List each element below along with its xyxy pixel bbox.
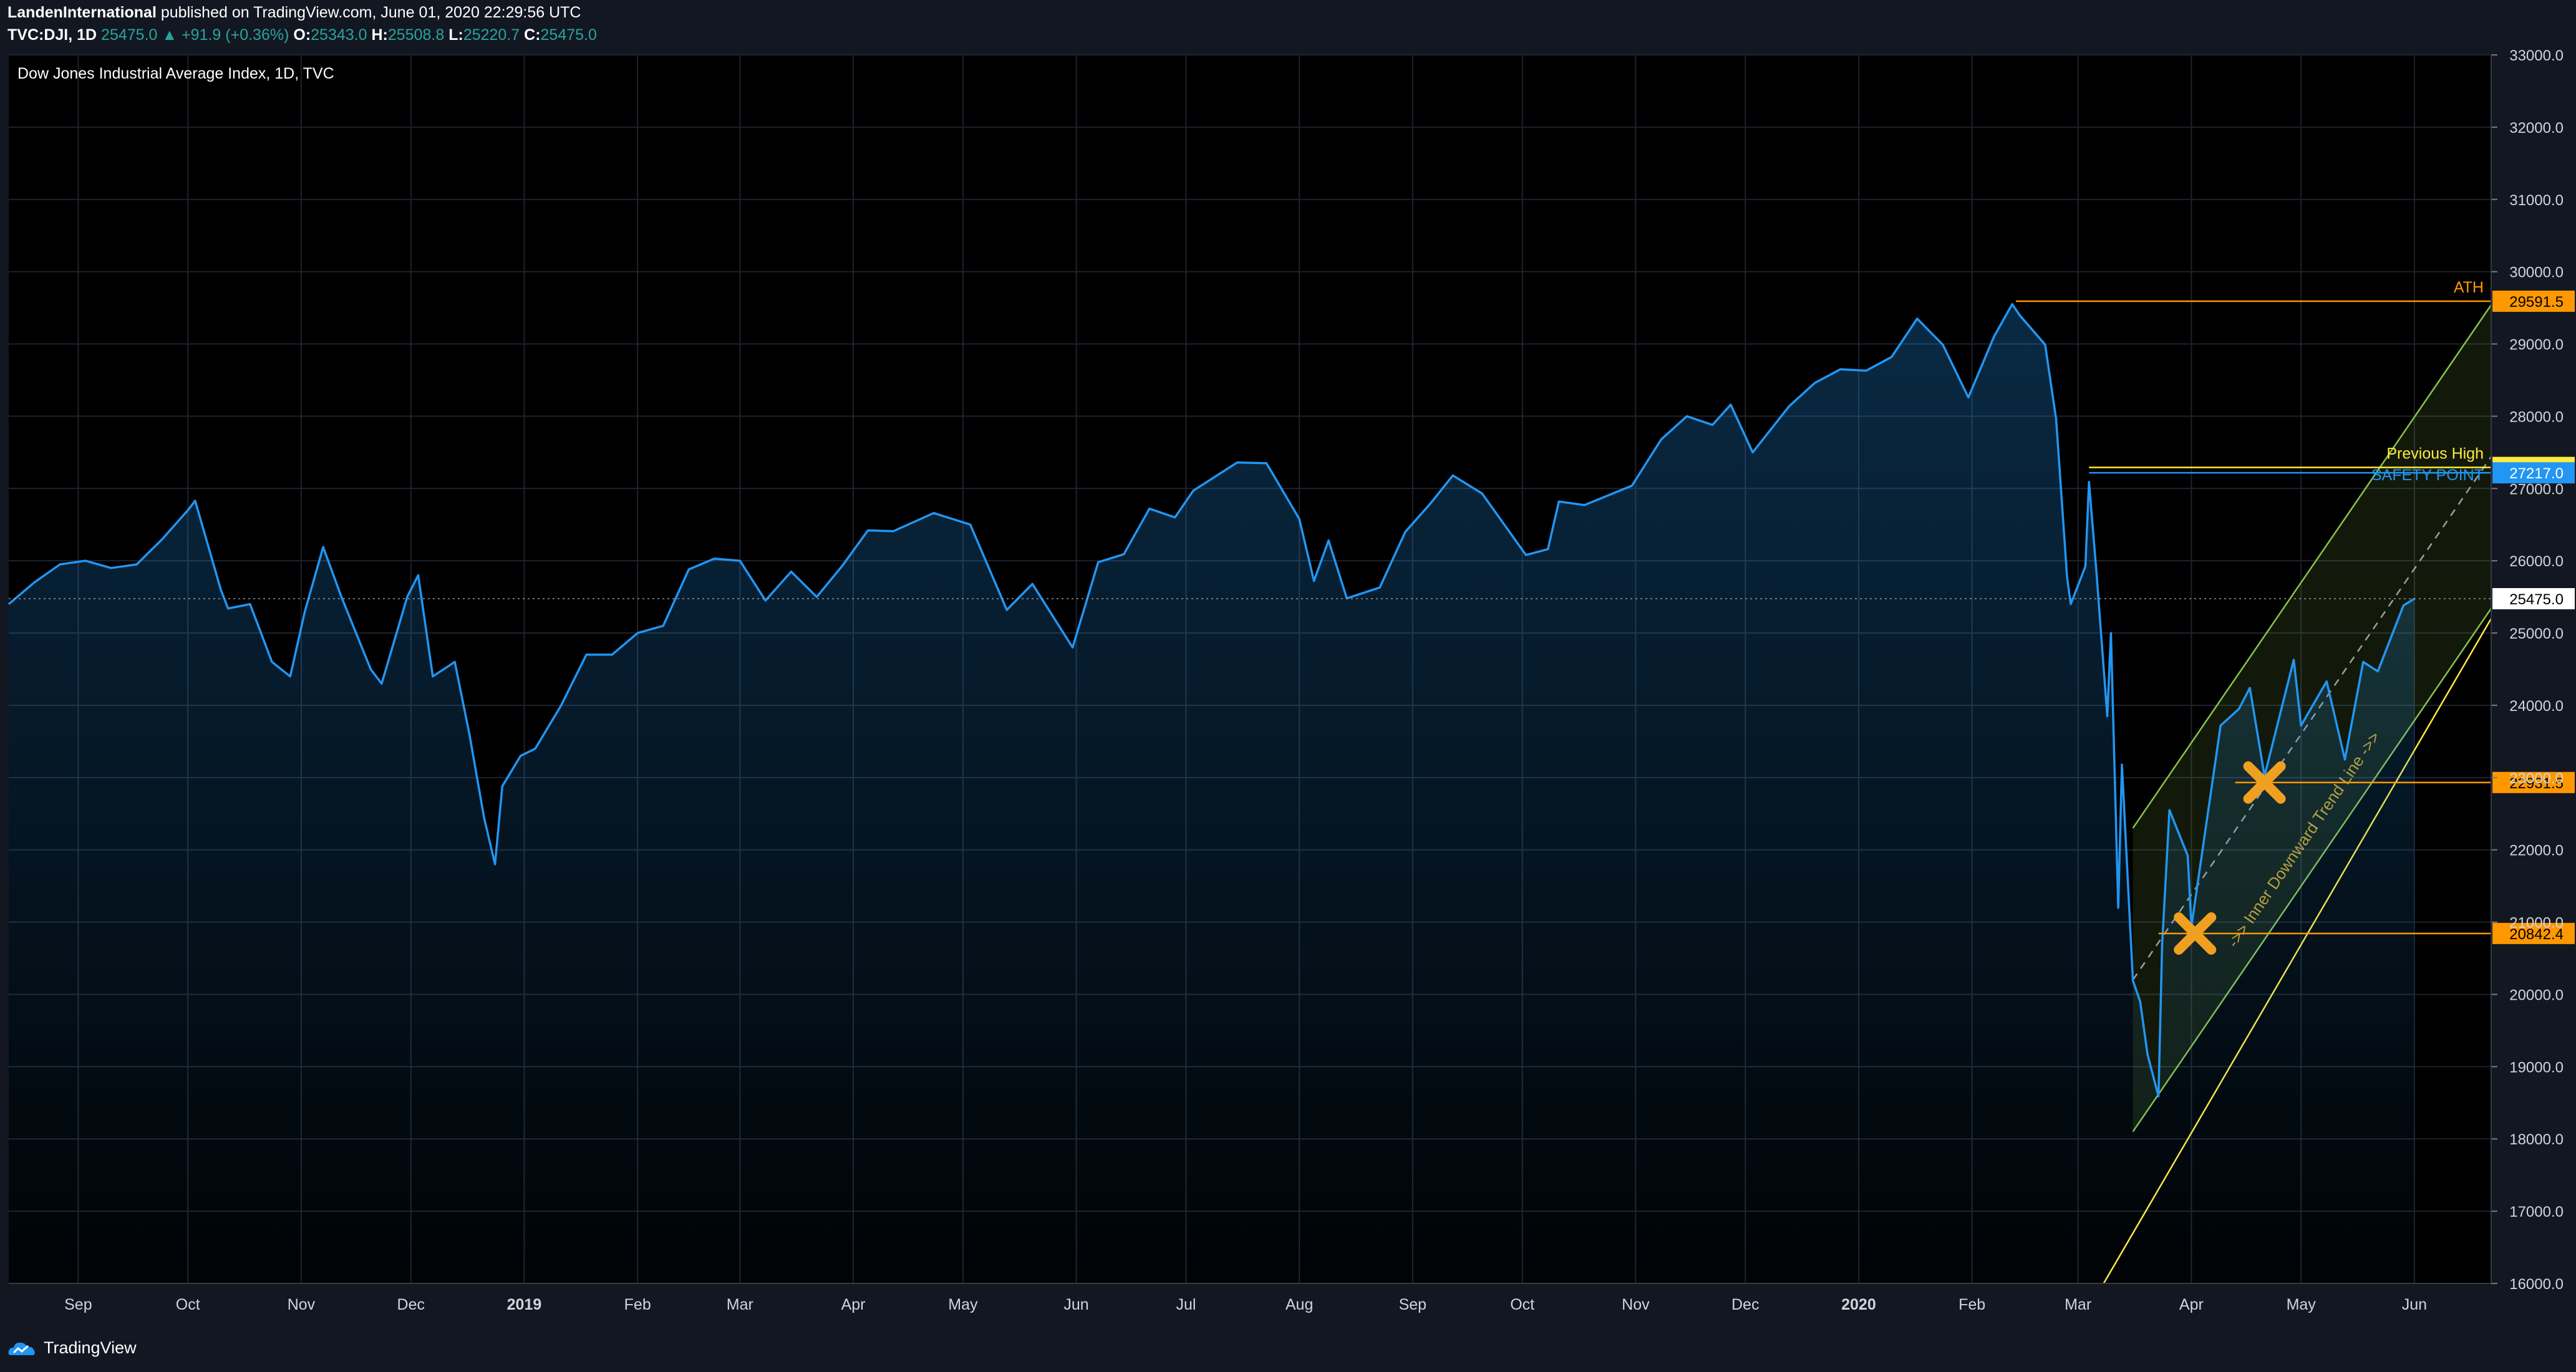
y-tick-label: 22000.0: [2509, 843, 2564, 859]
y-tick-label: 16000.0: [2509, 1276, 2564, 1293]
x-tick-label: Jul: [1176, 1296, 1196, 1313]
y-tick-label: 28000.0: [2509, 408, 2564, 425]
x-tick-label: Nov: [1622, 1296, 1650, 1313]
x-tick-label: Feb: [1959, 1296, 1985, 1313]
x-tick-label: May: [948, 1296, 978, 1313]
price-label-value: 27217.0: [2509, 465, 2564, 482]
x-tick-label: 2019: [507, 1296, 542, 1313]
tradingview-logo[interactable]: TradingView: [7, 1338, 137, 1358]
x-tick-label: Mar: [727, 1296, 753, 1313]
x-tick-label: Apr: [2179, 1296, 2204, 1313]
x-tick-label: Jun: [2402, 1296, 2427, 1313]
chart-title: Dow Jones Industrial Average Index, 1D, …: [17, 65, 334, 82]
x-tick-label: Sep: [1399, 1296, 1426, 1313]
x-tick-label: Oct: [176, 1296, 200, 1313]
x-tick-label: Sep: [64, 1296, 92, 1313]
level-label: Previous High: [2386, 445, 2484, 463]
x-axis[interactable]: Sep Oct Nov Dec 2019 Feb Mar Apr May Jun Jul Aug Sep…: [9, 1283, 2491, 1313]
x-tick-label: Oct: [1510, 1296, 1534, 1313]
x-tick-label: Dec: [397, 1296, 425, 1313]
y-tick-label: 30000.0: [2509, 264, 2564, 281]
y-tick-label: 31000.0: [2509, 192, 2564, 209]
y-tick-label: 20000.0: [2509, 987, 2564, 1003]
x-tick-label: Mar: [2065, 1296, 2091, 1313]
y-axis[interactable]: 33000.0 32000.0 31000.0 30000.0 29000.0 28000…: [2491, 47, 2564, 1293]
y-tick-label: 25000.0: [2509, 626, 2564, 642]
x-tick-label: Aug: [1286, 1296, 1313, 1313]
y-tick-label: 24000.0: [2509, 698, 2564, 715]
x-tick-label: 2020: [1841, 1296, 1876, 1313]
y-tick-label: 18000.0: [2509, 1131, 2564, 1148]
y-tick-label: 29000.0: [2509, 337, 2564, 354]
level-label: ATH: [2454, 279, 2484, 296]
x-tick-label: Nov: [288, 1296, 316, 1313]
tradingview-cloud-icon: [8, 1342, 35, 1355]
tradingview-brand: TradingView: [44, 1338, 137, 1357]
y-tick-label: 26000.0: [2509, 553, 2564, 570]
chart-page: LandenInternational published on Trading…: [0, 0, 2576, 1372]
x-tick-label: Jun: [1063, 1296, 1088, 1313]
x-tick-label: Feb: [624, 1296, 651, 1313]
y-tick-label: 17000.0: [2509, 1204, 2564, 1220]
y-tick-label: 33000.0: [2509, 47, 2564, 64]
y-tick-label: 19000.0: [2509, 1059, 2564, 1076]
price-label-value: 29591.5: [2509, 294, 2564, 311]
x-tick-label: Dec: [1731, 1296, 1759, 1313]
price-chart[interactable]: ->> Inner Downward Trend Line ->> ATH295…: [0, 0, 2576, 1372]
y-tick-label: 23000.0: [2509, 770, 2564, 787]
level-label: SAFETY POINT: [2371, 466, 2484, 484]
x-tick-label: Apr: [841, 1296, 866, 1313]
y-tick-label: 21000.0: [2509, 915, 2564, 932]
x-tick-label: May: [2287, 1296, 2317, 1313]
y-tick-label: 27000.0: [2509, 481, 2564, 498]
y-tick-label: 32000.0: [2509, 120, 2564, 137]
price-label-value: 25475.0: [2509, 591, 2564, 608]
